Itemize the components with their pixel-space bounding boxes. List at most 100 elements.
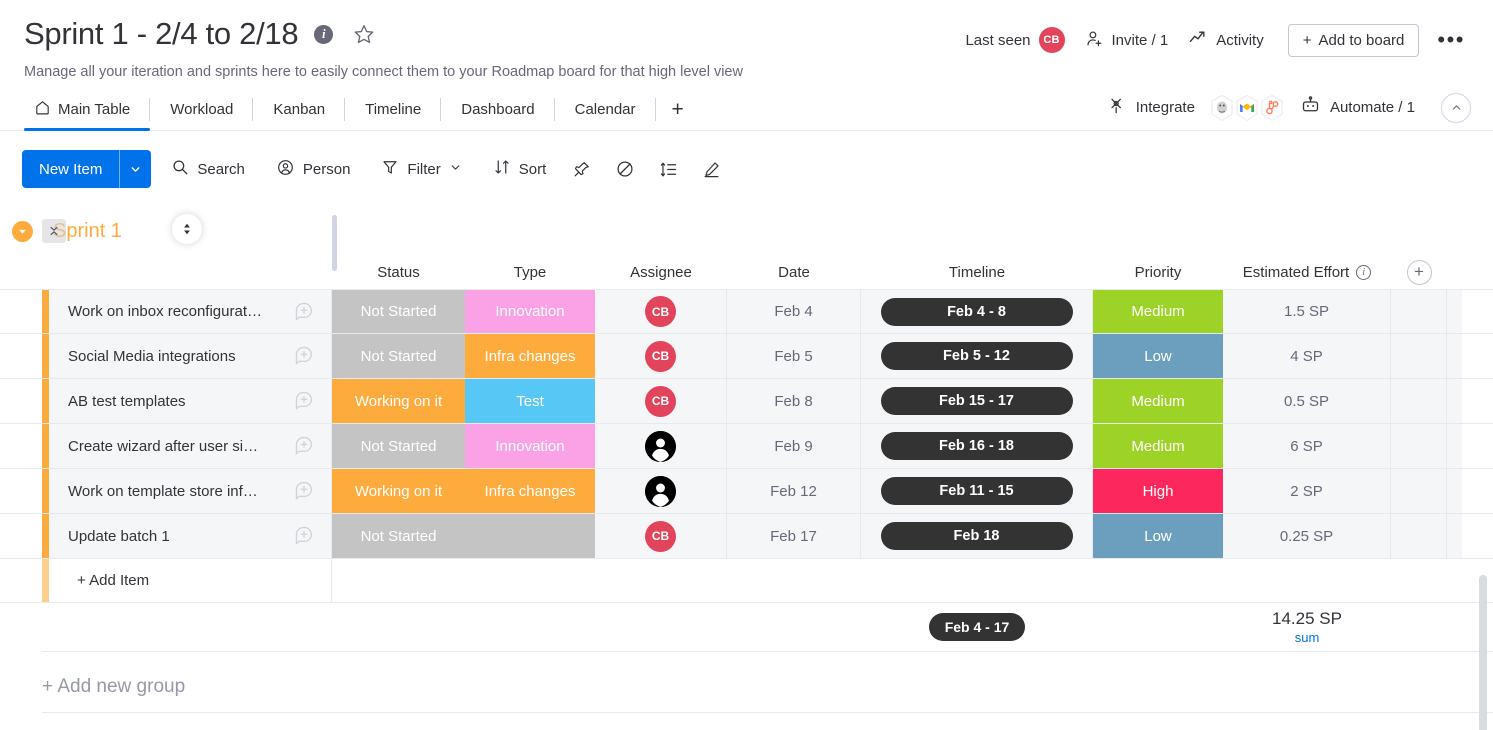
add-item-row[interactable]: + Add Item: [0, 559, 1493, 603]
avatar[interactable]: CB: [645, 521, 676, 552]
cell-assignee[interactable]: CB: [595, 334, 727, 378]
cell-priority[interactable]: Medium: [1093, 424, 1223, 468]
cell-type[interactable]: Test: [465, 379, 595, 423]
avatar[interactable]: CB: [1039, 27, 1065, 53]
hide-icon[interactable]: [606, 152, 644, 186]
column-header-priority[interactable]: Priority: [1093, 255, 1223, 289]
column-header-assignee[interactable]: Assignee: [595, 255, 727, 289]
add-update-icon[interactable]: [293, 523, 315, 549]
cell-item-name[interactable]: Create wizard after user si…: [42, 424, 332, 468]
add-column-button[interactable]: +: [1407, 260, 1432, 285]
cell-estimated-effort[interactable]: 1.5 SP: [1223, 290, 1391, 333]
table-row[interactable]: Social Media integrations Not Started In…: [0, 334, 1493, 379]
timeline-pill[interactable]: Feb 11 - 15: [881, 477, 1073, 505]
column-header-estimated-effort[interactable]: Estimated Effort i: [1223, 255, 1391, 289]
info-icon[interactable]: i: [1356, 265, 1371, 280]
cell-status[interactable]: Working on it: [332, 469, 465, 513]
cell-assignee[interactable]: CB: [595, 379, 727, 423]
cell-date[interactable]: Feb 12: [727, 469, 861, 513]
cell-type[interactable]: Innovation: [465, 290, 595, 333]
cell-status[interactable]: Not Started: [332, 424, 465, 468]
cell-type[interactable]: [465, 514, 595, 558]
cell-item-name[interactable]: Work on inbox reconfigurat…: [42, 290, 332, 333]
cell-timeline[interactable]: Feb 18: [861, 514, 1093, 558]
summary-estimated-effort[interactable]: 14.25 SP sum: [1223, 609, 1391, 645]
group-sort-control[interactable]: [172, 214, 202, 244]
info-icon[interactable]: i: [314, 25, 333, 44]
tab-dashboard[interactable]: Dashboard: [441, 89, 554, 130]
gmail-icon[interactable]: [1233, 93, 1261, 123]
cell-estimated-effort[interactable]: 4 SP: [1223, 334, 1391, 378]
avatar[interactable]: CB: [645, 386, 676, 417]
star-icon[interactable]: [353, 23, 375, 45]
cell-date[interactable]: Feb 9: [727, 424, 861, 468]
table-row[interactable]: Work on template store inf… Working on i…: [0, 469, 1493, 514]
timeline-pill[interactable]: Feb 5 - 12: [881, 342, 1073, 370]
cell-assignee[interactable]: CB: [595, 290, 727, 333]
activity-button[interactable]: Activity: [1178, 23, 1274, 57]
cell-estimated-effort[interactable]: 0.25 SP: [1223, 514, 1391, 558]
automate-button[interactable]: Automate / 1: [1290, 90, 1425, 125]
column-header-timeline[interactable]: Timeline: [861, 255, 1093, 289]
collapse-header-button[interactable]: [1441, 93, 1471, 123]
cell-type[interactable]: Infra changes: [465, 469, 595, 513]
avatar[interactable]: CB: [645, 296, 676, 327]
group-collapse-toggle[interactable]: [12, 221, 33, 242]
search-button[interactable]: Search: [160, 151, 256, 187]
cell-timeline[interactable]: Feb 4 - 8: [861, 290, 1093, 333]
cell-date[interactable]: Feb 5: [727, 334, 861, 378]
more-options-button[interactable]: •••: [1431, 29, 1471, 51]
filter-button[interactable]: Filter: [370, 151, 472, 187]
table-row[interactable]: AB test templates Working on it Test CB …: [0, 379, 1493, 424]
timeline-pill[interactable]: Feb 15 - 17: [881, 387, 1073, 415]
cell-assignee[interactable]: CB: [595, 514, 727, 558]
cell-item-name[interactable]: Work on template store inf…: [42, 469, 332, 513]
cell-timeline[interactable]: Feb 15 - 17: [861, 379, 1093, 423]
column-header-status[interactable]: Status: [332, 255, 465, 289]
sort-button[interactable]: Sort: [482, 151, 558, 187]
avatar[interactable]: CB: [645, 341, 676, 372]
cell-type[interactable]: Infra changes: [465, 334, 595, 378]
cell-status[interactable]: Not Started: [332, 334, 465, 378]
cell-estimated-effort[interactable]: 0.5 SP: [1223, 379, 1391, 423]
vertical-scrollbar[interactable]: [1479, 575, 1487, 730]
cell-priority[interactable]: Medium: [1093, 379, 1223, 423]
add-item-button[interactable]: + Add Item: [42, 559, 332, 602]
column-header-name[interactable]: [42, 255, 332, 289]
cell-timeline[interactable]: Feb 16 - 18: [861, 424, 1093, 468]
cell-item-name[interactable]: AB test templates: [42, 379, 332, 423]
mailchimp-icon[interactable]: [1208, 93, 1236, 123]
cell-status[interactable]: Working on it: [332, 379, 465, 423]
column-resize-divider[interactable]: [332, 215, 337, 271]
tab-main-table[interactable]: Main Table: [24, 89, 150, 130]
summary-timeline-pill[interactable]: Feb 4 - 17: [929, 613, 1026, 641]
column-header-date[interactable]: Date: [727, 255, 861, 289]
add-update-icon[interactable]: [293, 388, 315, 414]
table-row[interactable]: Update batch 1 Not Started CB Feb 17 Feb: [0, 514, 1493, 559]
invite-button[interactable]: Invite / 1: [1075, 24, 1179, 57]
new-item-button[interactable]: New Item: [22, 150, 151, 188]
add-view-button[interactable]: +: [656, 89, 700, 130]
cell-estimated-effort[interactable]: 6 SP: [1223, 424, 1391, 468]
avatar-placeholder-icon[interactable]: [645, 476, 676, 507]
cell-type[interactable]: Innovation: [465, 424, 595, 468]
add-new-group-button[interactable]: + Add new group: [0, 652, 185, 712]
chevron-down-icon[interactable]: [119, 150, 151, 188]
timeline-pill[interactable]: Feb 16 - 18: [881, 432, 1073, 460]
timeline-pill[interactable]: Feb 18: [881, 522, 1073, 550]
cell-timeline[interactable]: Feb 5 - 12: [861, 334, 1093, 378]
add-update-icon[interactable]: [293, 343, 315, 369]
table-row[interactable]: Create wizard after user si… Not Started…: [0, 424, 1493, 469]
table-row[interactable]: Work on inbox reconfigurat… Not Started …: [0, 289, 1493, 334]
pin-icon[interactable]: [563, 153, 600, 186]
cell-item-name[interactable]: Social Media integrations: [42, 334, 332, 378]
cell-priority[interactable]: Medium: [1093, 290, 1223, 333]
tab-kanban[interactable]: Kanban: [253, 89, 345, 130]
add-to-board-button[interactable]: + Add to board: [1288, 24, 1420, 57]
cell-timeline[interactable]: Feb 11 - 15: [861, 469, 1093, 513]
cell-status[interactable]: Not Started: [332, 514, 465, 558]
tab-timeline[interactable]: Timeline: [345, 89, 441, 130]
cell-estimated-effort[interactable]: 2 SP: [1223, 469, 1391, 513]
integrate-button[interactable]: Integrate: [1097, 91, 1205, 125]
add-update-icon[interactable]: [293, 478, 315, 504]
